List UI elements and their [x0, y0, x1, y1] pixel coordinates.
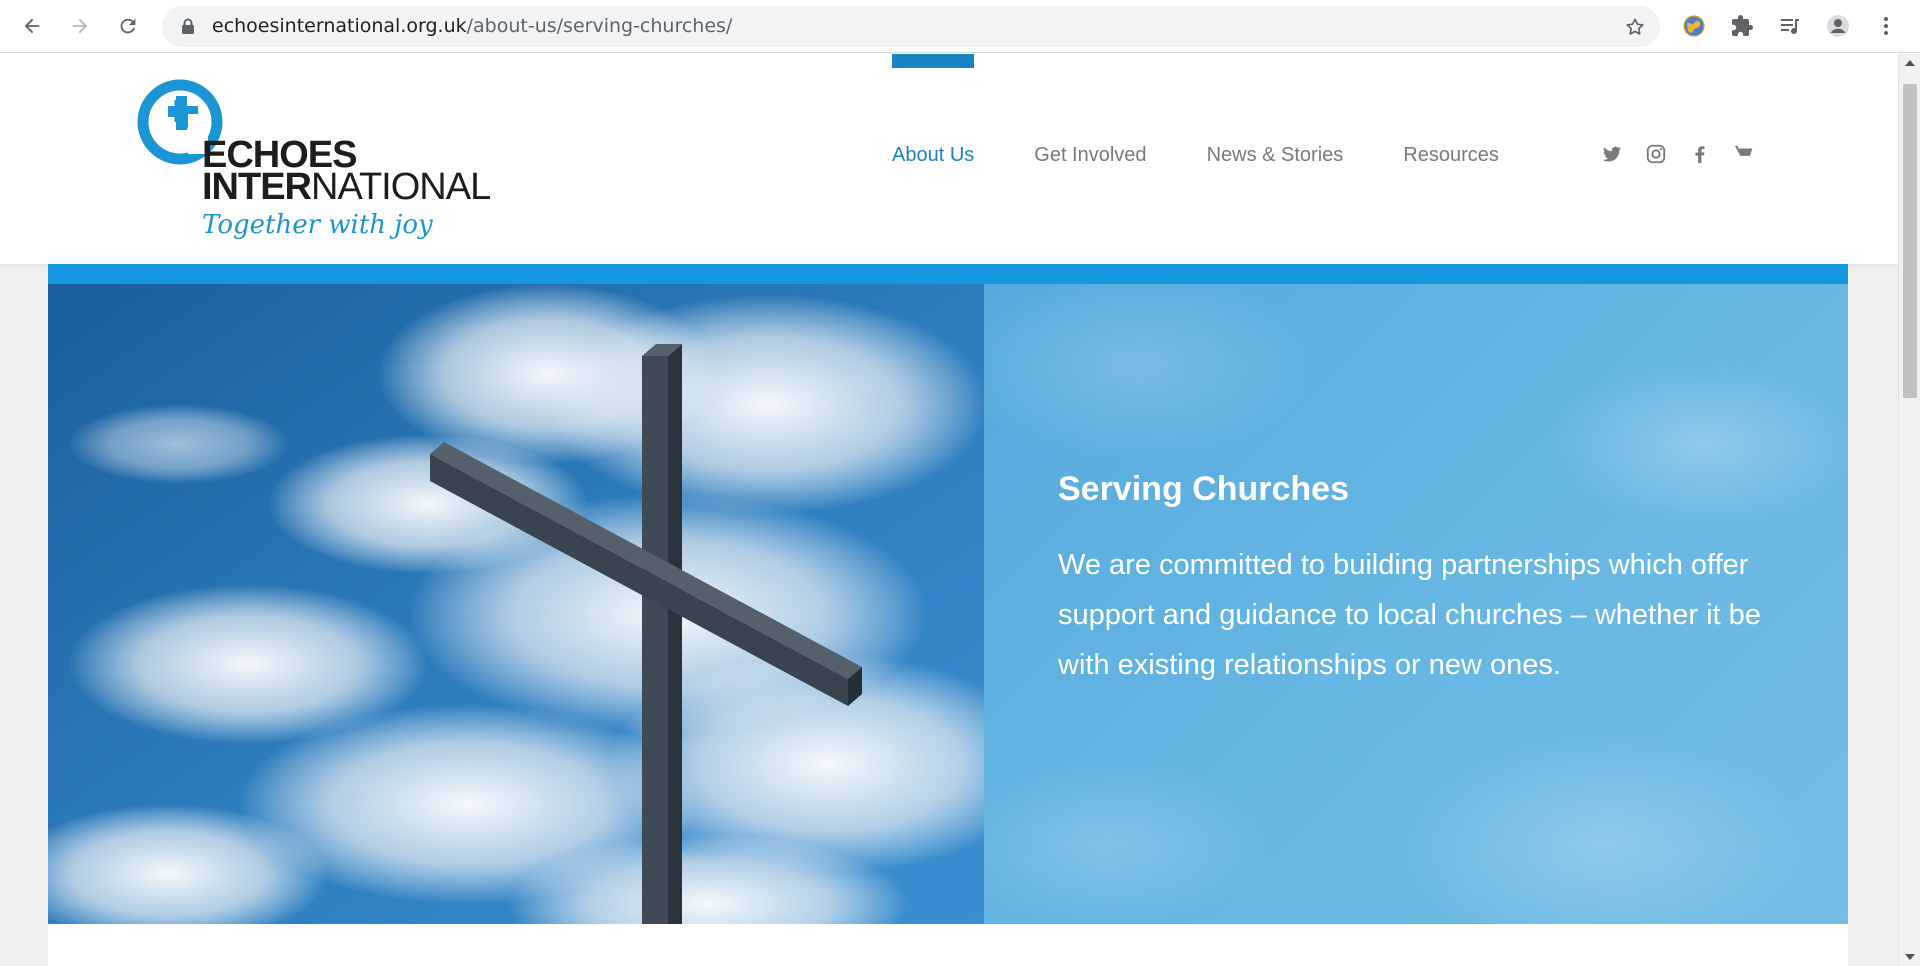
- reload-icon: [120, 18, 136, 34]
- site-logo[interactable]: ECHOES INTERNATIONAL Together with joy: [136, 76, 496, 246]
- twitter-icon: [1602, 146, 1622, 162]
- browser-menu-button[interactable]: [1872, 12, 1900, 40]
- back-button[interactable]: [16, 10, 48, 42]
- back-arrow-icon: [24, 18, 40, 34]
- hero-top-band: [48, 264, 1848, 284]
- browser-toolbar: echoesinternational.org.uk/about-us/serv…: [0, 0, 1920, 53]
- forward-button[interactable]: [64, 10, 96, 42]
- facebook-link[interactable]: [1688, 142, 1712, 166]
- reload-button[interactable]: [112, 10, 144, 42]
- logo-word-national: NATIONAL: [311, 166, 491, 208]
- profile-icon: [1827, 15, 1849, 37]
- logo-word-inter: INTER: [202, 166, 312, 208]
- globe-extension-button[interactable]: [1680, 12, 1708, 40]
- main-navigation: About Us Get Involved News & Stories Res…: [892, 54, 1559, 264]
- scrollbar-thumb[interactable]: [1903, 84, 1917, 398]
- instagram-icon: [1646, 144, 1666, 164]
- social-links: [1600, 142, 1756, 166]
- cross-sky-image: [48, 284, 984, 924]
- media-queue-icon: [1781, 19, 1799, 35]
- twitter-link[interactable]: [1600, 142, 1624, 166]
- page-scrollbar[interactable]: [1898, 54, 1920, 966]
- nav-item-about-us[interactable]: About Us: [892, 54, 975, 264]
- url-path: /about-us/serving-churches/: [466, 15, 733, 37]
- instagram-link[interactable]: [1644, 142, 1668, 166]
- puzzle-icon: [1732, 15, 1753, 36]
- url-text: echoesinternational.org.uk/about-us/serv…: [212, 16, 732, 37]
- content-area: [48, 924, 1848, 966]
- page-viewport: ECHOES INTERNATIONAL Together with joy A…: [0, 54, 1898, 966]
- kebab-menu-icon: [1884, 17, 1888, 35]
- facebook-icon: [1695, 146, 1705, 164]
- profile-button[interactable]: [1824, 12, 1852, 40]
- hero-title: Serving Churches: [1058, 470, 1349, 508]
- lock-icon: [182, 18, 194, 34]
- nav-item-news-stories[interactable]: News & Stories: [1207, 54, 1344, 264]
- star-icon[interactable]: [1624, 16, 1646, 38]
- url-domain: echoesinternational.org.uk: [212, 15, 467, 37]
- logo-tagline: Together with joy: [202, 210, 433, 240]
- scroll-up-arrow-icon[interactable]: [1905, 60, 1915, 66]
- forward-arrow-icon: [72, 18, 88, 34]
- logo-word-international: INTERNATIONAL: [202, 166, 491, 208]
- cart-icon: [1734, 145, 1753, 156]
- nav-item-resources[interactable]: Resources: [1403, 54, 1499, 264]
- globe-extension-icon: [1683, 15, 1705, 37]
- nav-item-get-involved[interactable]: Get Involved: [1034, 54, 1146, 264]
- site-header: ECHOES INTERNATIONAL Together with joy A…: [0, 54, 1898, 264]
- hero-section: Serving Churches We are committed to bui…: [48, 284, 1848, 924]
- hero-text-panel: Serving Churches We are committed to bui…: [984, 284, 1848, 924]
- cart-link[interactable]: [1732, 142, 1756, 166]
- extensions-button[interactable]: [1728, 12, 1756, 40]
- hero-description: We are committed to building partnership…: [1058, 549, 1761, 681]
- address-bar[interactable]: echoesinternational.org.uk/about-us/serv…: [162, 6, 1660, 47]
- scroll-down-arrow-icon[interactable]: [1905, 954, 1915, 960]
- media-queue-button[interactable]: [1776, 12, 1804, 40]
